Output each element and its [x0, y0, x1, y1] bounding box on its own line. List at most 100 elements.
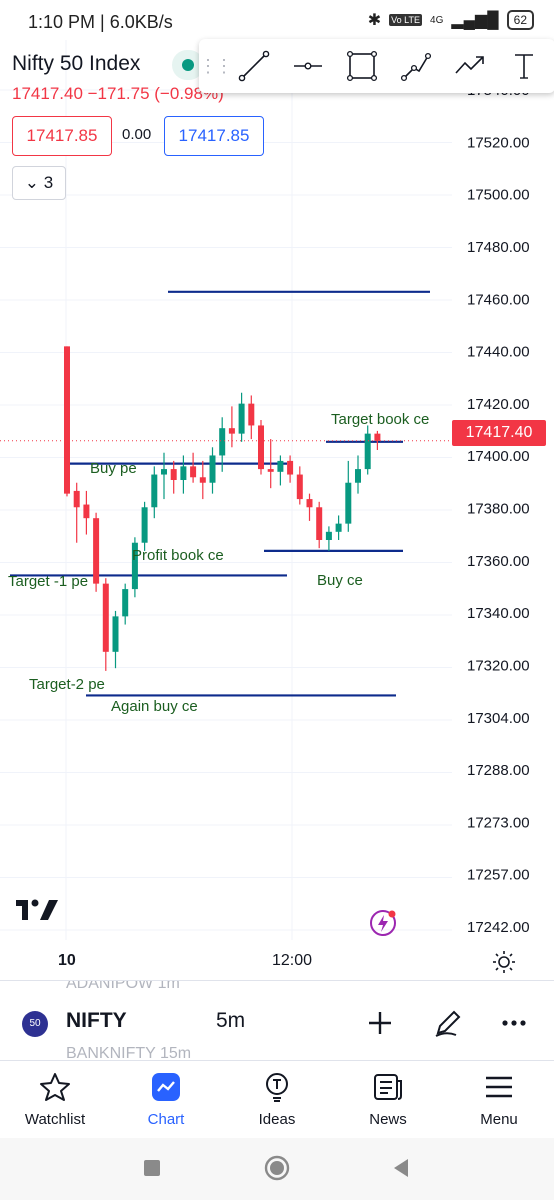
- chevron-down-icon: ⌄: [24, 173, 40, 192]
- nav-watchlist[interactable]: Watchlist: [0, 1061, 110, 1139]
- symbol-badge[interactable]: 50: [22, 1011, 48, 1037]
- chart-annotation: Again buy ce: [111, 698, 198, 715]
- price-axis-label: 17480.00: [467, 239, 530, 256]
- price-axis-label: 17340.00: [467, 605, 530, 622]
- candle-body: [141, 507, 148, 543]
- chart-annotation: Buy ce: [317, 572, 363, 589]
- time-axis-label: 12:00: [272, 952, 313, 969]
- chart-annotation: Profit book ce: [132, 547, 224, 564]
- candle-body: [316, 507, 323, 540]
- nav-ideas[interactable]: Ideas: [222, 1061, 332, 1139]
- candle-body: [161, 469, 167, 475]
- price-axis-label: 17288.00: [467, 762, 530, 779]
- sell-button[interactable]: 17417.85: [12, 116, 112, 156]
- candle-body: [112, 616, 119, 652]
- candle-body: [190, 466, 197, 478]
- plus-icon[interactable]: [364, 1007, 396, 1039]
- candle-body: [364, 433, 371, 470]
- last-price-tag: 17417.40: [452, 420, 546, 446]
- bottom-navigation: Watchlist Chart Ideas News Menu: [0, 1060, 554, 1139]
- candle-body: [325, 531, 332, 540]
- candle-body: [374, 433, 381, 441]
- candle-body: [93, 518, 100, 584]
- back-triangle-icon[interactable]: [390, 1157, 412, 1179]
- trend-line-tool-icon[interactable]: [227, 39, 281, 93]
- candle-body: [170, 469, 177, 480]
- price-axis-label: 17520.00: [467, 134, 530, 151]
- nav-news-label: News: [369, 1111, 407, 1128]
- price-axis-label: 17380.00: [467, 501, 530, 518]
- candle-body: [180, 466, 187, 480]
- spread-value: 0.00: [122, 126, 152, 143]
- candle-body: [64, 346, 70, 494]
- price-axis-label: 17257.00: [467, 867, 530, 884]
- candle-body: [296, 474, 303, 500]
- drag-handle-icon[interactable]: ⋮⋮: [199, 56, 233, 77]
- candle-body: [267, 469, 274, 472]
- nav-chart-label: Chart: [147, 1111, 185, 1128]
- price-change: 17417.40 −171.75 (−0.98%): [12, 84, 224, 103]
- symbol-title[interactable]: Nifty 50 Index: [12, 52, 140, 76]
- chart-annotation: Target -1 pe: [8, 573, 88, 590]
- candle-body: [219, 428, 226, 456]
- price-axis-label: 17320.00: [467, 657, 530, 674]
- arrow-tool-icon[interactable]: [443, 39, 497, 93]
- chart-annotation: Target book ce: [331, 411, 429, 428]
- sun-settings-icon[interactable]: [492, 950, 516, 974]
- nav-watchlist-label: Watchlist: [24, 1111, 86, 1128]
- recents-square-icon[interactable]: [142, 1158, 162, 1178]
- price-axis-label: 17273.00: [467, 814, 530, 831]
- home-circle-icon[interactable]: [264, 1155, 290, 1181]
- price-axis-label: 17440.00: [467, 344, 530, 361]
- tradingview-logo[interactable]: [16, 898, 60, 922]
- lightning-icon[interactable]: [368, 908, 398, 938]
- rectangle-tool-icon[interactable]: [335, 39, 389, 93]
- candle-body: [287, 460, 294, 475]
- hamburger-menu-icon: [486, 1076, 512, 1098]
- candle-body: [228, 428, 235, 434]
- price-axis-label: 17500.00: [467, 187, 530, 204]
- nav-ideas-label: Ideas: [258, 1111, 296, 1128]
- price-axis-label: 17242.00: [467, 919, 530, 936]
- ghost-symbol-below: BANKNIFTY 15m: [66, 1045, 192, 1061]
- candle-body: [248, 403, 255, 426]
- price-axis-label: 17420.00: [467, 396, 530, 413]
- draw-pen-icon[interactable]: [432, 1007, 464, 1039]
- price-axis-label: 17460.00: [467, 291, 530, 308]
- candle-body: [335, 523, 342, 532]
- nav-menu-label: Menu: [480, 1111, 518, 1128]
- star-icon: [40, 1073, 70, 1101]
- nav-menu[interactable]: Menu: [444, 1061, 554, 1139]
- candle-body: [345, 482, 352, 524]
- candle-body: [122, 589, 129, 617]
- symbol-toolbar: ADANIPOW 1m 50 NIFTY 5m BANKNIFTY 15m: [0, 980, 554, 1061]
- candle-body: [306, 499, 313, 508]
- chart-annotation: Target-2 pe: [29, 676, 105, 693]
- indicators-collapse-button[interactable]: ⌄ 3: [12, 166, 66, 200]
- price-axis-label: 17400.00: [467, 448, 530, 465]
- lightbulb-icon: [266, 1073, 288, 1102]
- path-tool-icon[interactable]: [389, 39, 443, 93]
- chart-icon: [152, 1073, 180, 1101]
- candle-body: [199, 477, 206, 483]
- text-tool-icon[interactable]: [497, 39, 551, 93]
- system-navigation-bar: [0, 1138, 554, 1200]
- chart-annotation: Buy pe: [90, 460, 137, 477]
- nav-news[interactable]: News: [333, 1061, 443, 1139]
- interval-button[interactable]: 5m: [216, 1009, 245, 1033]
- candle-body: [151, 474, 158, 508]
- market-status-dot: [182, 59, 194, 71]
- candle-body: [209, 455, 216, 483]
- price-axis-label: 17304.00: [467, 710, 530, 727]
- candle-body: [102, 583, 109, 652]
- price-axis-label: 17360.00: [467, 553, 530, 570]
- candle-body: [83, 504, 90, 519]
- buy-button[interactable]: 17417.85: [164, 116, 264, 156]
- candle-body: [73, 490, 80, 508]
- symbol-name[interactable]: NIFTY: [66, 1009, 127, 1033]
- horizontal-line-tool-icon[interactable]: [281, 39, 335, 93]
- nav-chart[interactable]: Chart: [111, 1061, 221, 1139]
- collapse-count: 3: [43, 173, 54, 192]
- time-axis-label: 10: [58, 952, 76, 969]
- more-icon[interactable]: [498, 1007, 530, 1039]
